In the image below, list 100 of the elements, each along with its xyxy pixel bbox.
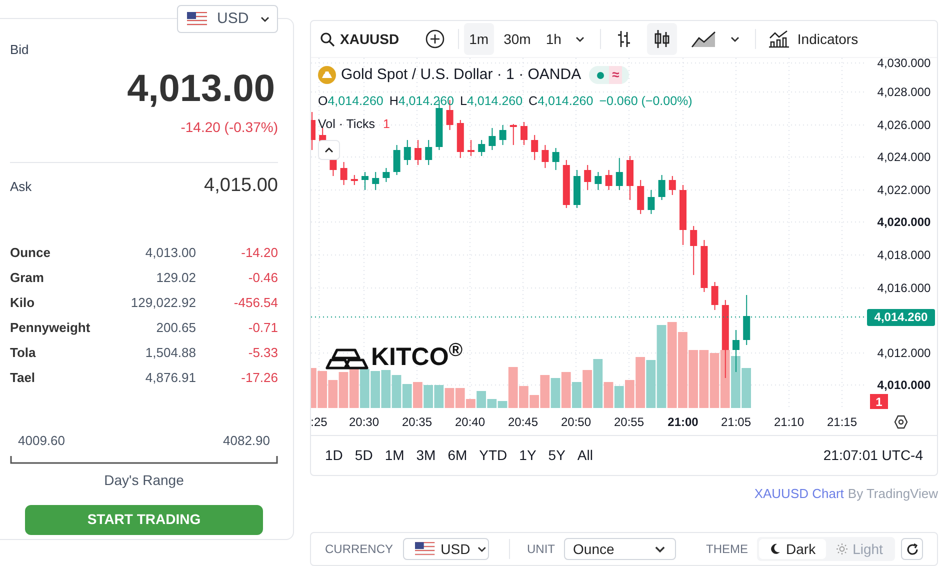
candle [425,140,432,166]
add-icon[interactable] [425,29,446,49]
volume-bar [742,368,751,408]
ask-price: 4,015.00 [204,174,278,198]
candle [552,148,560,170]
volume-bar [392,375,402,408]
candle [362,172,368,190]
unit-change: -0.46 [247,269,278,288]
bid-change: -14.20 (-0.37%) [180,120,278,134]
currency-select[interactable]: USD [177,5,278,33]
volume-badge: 1 [870,394,888,409]
range-button[interactable]: 3M [416,445,436,466]
theme-option[interactable]: Dark [759,539,826,559]
volume-label: Vol · Ticks [318,116,375,134]
ohlc-value: 4,014.260 [538,92,594,110]
time-label: :25 [311,415,328,429]
range-button[interactable]: 5Y [548,445,566,466]
ohlc-key: H [389,92,398,110]
candle [743,294,750,346]
time-label: 20:40 [454,415,486,429]
unit-name: Tola [10,344,37,362]
candle [584,164,592,190]
price-label: 4,030.000 [877,58,931,70]
volume-bar [349,368,359,408]
bid-price: 4,013.00 [126,70,276,108]
range-button[interactable]: 1M [384,445,404,466]
indicators-button[interactable]: Indicators [797,28,858,50]
range-button[interactable]: 5D [354,445,373,466]
volume-bar [688,350,698,408]
chart-type-button[interactable] [647,23,678,55]
interval-tab[interactable]: 1h [540,23,566,55]
refresh-button[interactable] [901,538,923,560]
volume-bar [424,385,433,408]
price-label: 4,010.000 [877,378,931,392]
candle [414,140,422,166]
candle [510,124,517,146]
candle [626,156,634,200]
unit-price: 200.65 [155,319,196,338]
candle [456,120,464,158]
ohlc-key: L [460,92,467,110]
candle [648,190,655,214]
sun-icon [836,543,848,555]
time-label: 20:45 [508,415,538,429]
unit-name: Pennyweight [10,319,92,338]
symbol-button[interactable]: XAUUSD [340,28,400,50]
unit-price: 129.02 [155,269,196,288]
candle [690,226,698,276]
range-label: Day's Range [103,472,185,486]
volume-bar [338,372,348,408]
range-button[interactable]: YTD [479,445,508,466]
candle [637,180,644,214]
ohlc-change: −0.060 (−0.00%) [599,92,692,110]
kitco-logo: KITCO$^{®}$ [371,345,463,370]
currency-label: CURRENCY [325,541,394,558]
time-label: 21:10 [774,415,804,429]
kitco-logo-icon [325,348,369,370]
candle [520,122,528,146]
unit-name: Gram [10,269,45,288]
candle [311,112,316,150]
ask-label: Ask [10,178,32,196]
candle [668,176,676,196]
unit-name: Ounce [10,244,52,262]
price-label: 4,026.000 [877,118,931,132]
time-label: 21:15 [826,415,858,429]
range-high: 4082.90 [223,432,270,448]
price-label: 4,016.000 [877,281,931,295]
chart-link[interactable]: XAUUSD Chart [754,485,844,502]
candle [700,240,708,292]
ohlc-key: O [318,92,328,110]
price-label: 4,020.000 [877,215,931,229]
price-label: 4,024.000 [877,150,931,164]
coin-icon [318,66,336,84]
volume-bar [360,369,370,408]
chart-title: Gold Spot / U.S. Dollar · 1 · OANDA [341,65,582,85]
interval-tab[interactable]: 1m [464,23,494,55]
ohlc-value: 4,014.260 [466,92,523,110]
price-label: 4,028.000 [877,85,931,99]
candle [562,160,570,208]
settings-icon[interactable] [894,415,908,429]
range-button[interactable]: 1Y [519,445,536,466]
currency-dropdown[interactable]: USD [403,538,490,560]
range-button[interactable]: 1D [325,445,343,466]
clock-label: 21:07:01 UTC-4 [823,446,923,465]
last-price-badge: 4,014.260 [867,309,935,326]
volume-bar [710,353,720,408]
range-button[interactable]: 6M [448,445,468,466]
range-button[interactable]: All [577,445,593,466]
price-label: 4,012.000 [877,346,931,360]
interval-tab[interactable]: 30m [498,23,536,55]
ohlc-value: 4,014.260 [398,92,454,110]
candle [732,330,740,372]
caret-up-icon [324,146,334,154]
collapse-button[interactable] [318,140,340,160]
unit-name: Kilo [10,294,36,312]
volume-bar [381,370,391,408]
bid-label: Bid [10,43,30,56]
unit-dropdown[interactable]: Ounce [564,538,676,560]
candle [468,140,474,156]
ohlc-key: C [528,92,538,110]
volume-bar [444,388,454,408]
